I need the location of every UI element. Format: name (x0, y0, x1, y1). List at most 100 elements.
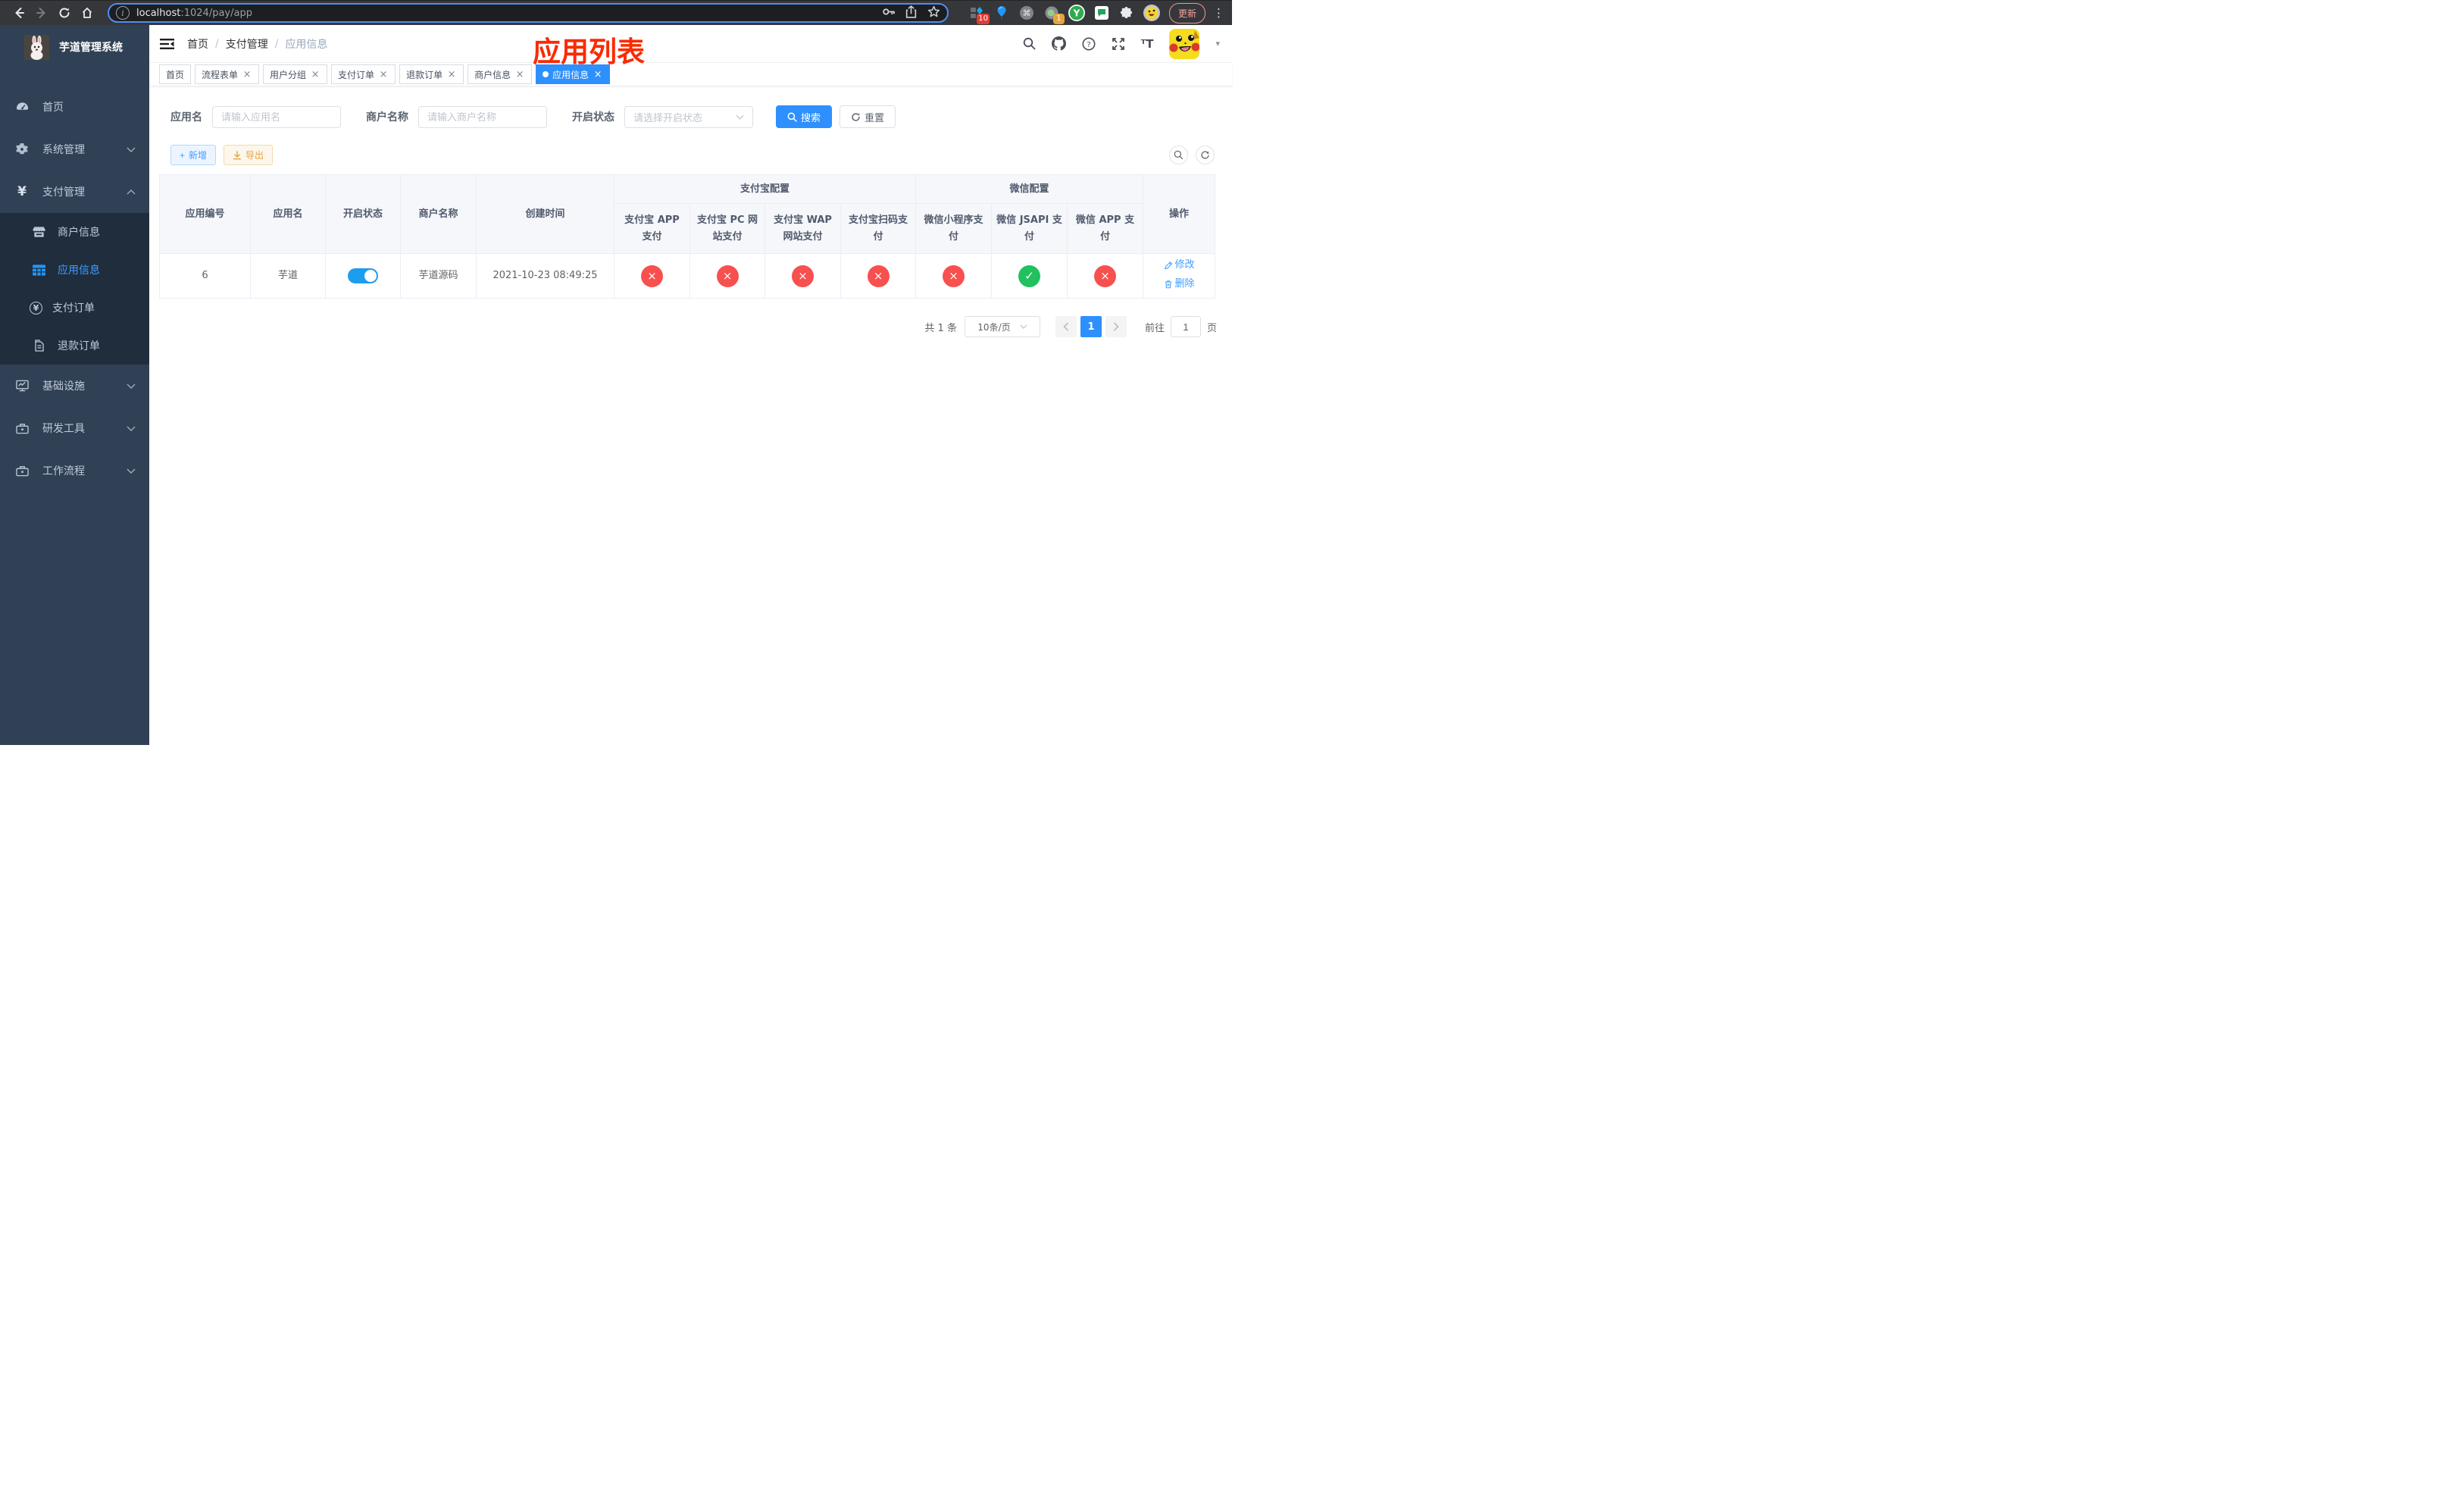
tag-process-form[interactable]: 流程表单 × (195, 64, 260, 84)
balloon-extension-icon[interactable] (993, 5, 1010, 21)
tag-user-group[interactable]: 用户分组 × (263, 64, 328, 84)
status-icon: ✓ (1018, 265, 1041, 287)
sidebar-item-payment[interactable]: ¥ 支付管理 (0, 171, 149, 213)
gear-icon (13, 143, 31, 155)
sidebar-item-label: 退款订单 (58, 340, 100, 352)
app-logo[interactable]: 芋道管理系统 (0, 25, 149, 69)
goto-page-input[interactable] (1170, 316, 1201, 337)
status-select[interactable]: 请选择开启状态 (624, 105, 753, 128)
sidebar-item-app-info[interactable]: 应用信息 (0, 251, 149, 289)
app-title: 芋道管理系统 (59, 42, 123, 54)
extension-badge: 1 (1052, 14, 1065, 24)
close-icon[interactable]: × (378, 70, 389, 80)
address-bar[interactable]: i localhost:1024/pay/app (108, 3, 949, 23)
sidebar-collapse-icon[interactable] (160, 38, 174, 50)
toggle-search-button[interactable] (1169, 146, 1188, 164)
forward-icon[interactable] (30, 3, 53, 23)
active-dot (543, 71, 549, 77)
page-annotation: 应用列表 (533, 36, 645, 68)
url-text: localhost:1024/pay/app (136, 7, 252, 19)
table-toolbar: + 新增 导出 (170, 145, 1215, 165)
sidebar-item-pay-orders[interactable]: ¥ 支付订单 (0, 289, 149, 327)
chevron-right-icon (1113, 322, 1119, 331)
sidebar-item-refund-orders[interactable]: 退款订单 (0, 327, 149, 365)
breadcrumb: 首页 / 支付管理 / 应用信息 (187, 36, 328, 52)
reload-icon[interactable] (53, 3, 76, 23)
merchant-name-input[interactable] (418, 105, 547, 128)
close-icon[interactable]: × (242, 70, 252, 80)
chevron-up-icon (127, 189, 136, 195)
pinned-extension-icon[interactable]: 10 (968, 5, 990, 24)
bookmark-star-icon[interactable] (927, 5, 940, 21)
wechat-app-status: × (1067, 253, 1144, 299)
sidebar-item-home[interactable]: 首页 (0, 86, 149, 128)
sidebar-item-label: 研发工具 (42, 423, 85, 435)
sidebar-item-dev-tools[interactable]: 研发工具 (0, 407, 149, 449)
sidebar-item-merchant-info[interactable]: 商户信息 (0, 213, 149, 251)
add-button[interactable]: + 新增 (170, 145, 217, 165)
delete-link[interactable]: 删除 (1164, 276, 1195, 293)
avatar-caret-icon[interactable]: ▾ (1215, 39, 1220, 49)
app-name-input[interactable] (212, 105, 341, 128)
enabled-switch[interactable] (348, 268, 378, 283)
tags-view: 首页 流程表单 × 用户分组 × 支付订单 × 退款订单 × 商户信息 × 应用信息 × (149, 63, 1232, 86)
export-button[interactable]: 导出 (224, 145, 274, 165)
home-icon[interactable] (76, 3, 98, 23)
puzzle-extensions-icon[interactable] (1118, 5, 1135, 21)
sidebar-item-workflow[interactable]: 工作流程 (0, 449, 149, 492)
sidebar-item-system[interactable]: 系统管理 (0, 128, 149, 171)
col-app-name: 应用名 (250, 174, 326, 254)
close-icon[interactable]: × (310, 70, 321, 80)
prev-page-button[interactable] (1055, 316, 1077, 337)
user-avatar[interactable] (1169, 28, 1200, 59)
y-extension-icon[interactable]: Y (1068, 5, 1085, 21)
wechat-mini-status: × (915, 253, 993, 299)
refresh-table-button[interactable] (1196, 146, 1215, 164)
search-icon[interactable] (1023, 37, 1036, 50)
password-key-icon[interactable] (882, 5, 895, 21)
group-alipay-config: 支付宝配置 (613, 174, 917, 204)
monitor-chart-icon (13, 380, 31, 392)
profile-avatar-icon[interactable] (1143, 5, 1160, 21)
share-icon[interactable] (905, 5, 917, 21)
page-1-button[interactable]: 1 (1080, 316, 1102, 337)
reset-button[interactable]: 重置 (840, 105, 896, 128)
tag-pay-orders[interactable]: 支付订单 × (331, 64, 396, 84)
close-icon[interactable]: × (593, 70, 603, 80)
edit-link[interactable]: 修改 (1164, 257, 1195, 274)
status-label: 开启状态 (572, 111, 614, 124)
briefcase-icon (13, 465, 31, 477)
fullscreen-icon[interactable] (1112, 37, 1125, 51)
command-extension-icon[interactable]: ⌘ (1018, 5, 1035, 21)
close-icon[interactable]: × (514, 70, 525, 80)
tag-merchant-info[interactable]: 商户信息 × (467, 64, 533, 84)
next-page-button[interactable] (1105, 316, 1127, 337)
sidebar-item-infra[interactable]: 基础设施 (0, 365, 149, 407)
chevron-left-icon (1063, 322, 1069, 331)
col-wechat-jsapi: 微信 JSAPI 支付 (991, 203, 1068, 254)
site-info-icon[interactable]: i (116, 6, 130, 20)
back-icon[interactable] (8, 3, 30, 23)
github-icon[interactable] (1051, 36, 1066, 51)
chrome-menu-icon[interactable]: ⋮ (1213, 6, 1224, 20)
status-icon: × (867, 265, 890, 287)
search-button[interactable]: 搜索 (776, 105, 833, 128)
chat-extension-icon[interactable] (1093, 5, 1110, 21)
sidebar-item-label: 商户信息 (58, 227, 100, 239)
close-icon[interactable]: × (446, 70, 457, 80)
merchant-name-label: 商户名称 (366, 111, 408, 124)
chrome-update-button[interactable]: 更新 (1168, 2, 1205, 23)
breadcrumb-payment[interactable]: 支付管理 (226, 36, 268, 52)
help-icon[interactable]: ? (1082, 37, 1096, 51)
page-size-select[interactable]: 10条/页 (964, 316, 1040, 337)
breadcrumb-home[interactable]: 首页 (187, 36, 208, 52)
font-size-icon[interactable]: ᵀT (1141, 37, 1154, 51)
recorder-extension-icon[interactable]: 1 (1043, 5, 1065, 24)
tag-refund-orders[interactable]: 退款订单 × (399, 64, 464, 84)
plus-icon: + (180, 149, 186, 161)
tag-home[interactable]: 首页 (159, 64, 192, 84)
download-icon (233, 150, 242, 159)
cell-created-at: 2021-10-23 08:49:25 (476, 253, 614, 299)
sidebar-item-label: 支付订单 (52, 302, 95, 315)
breadcrumb-current: 应用信息 (285, 38, 328, 51)
